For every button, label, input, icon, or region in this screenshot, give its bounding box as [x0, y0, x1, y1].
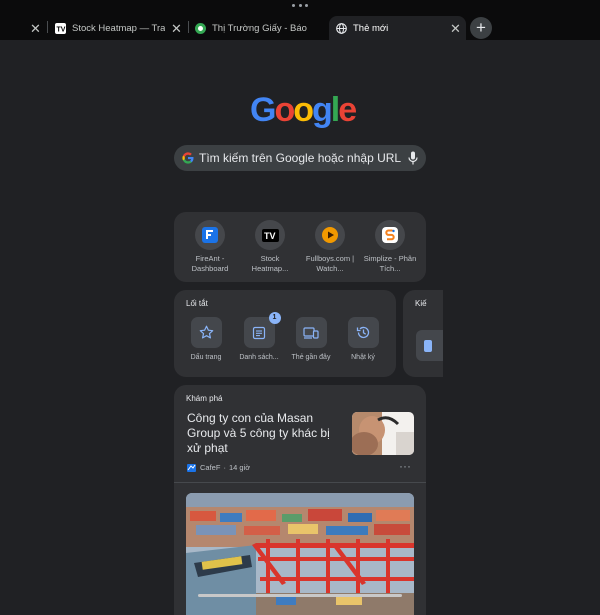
tab-separator — [188, 21, 189, 33]
devices-icon — [295, 317, 327, 348]
discover-feed: Khám phá Công ty con của Masan Group và … — [174, 385, 426, 615]
shortcut-label: Stock Heatmap... — [251, 254, 289, 273]
close-icon[interactable]: ✕ — [171, 22, 182, 35]
scrollbar[interactable] — [198, 594, 402, 597]
card-title: Khám phá — [186, 394, 223, 403]
google-doodle-logo[interactable]: Google — [250, 92, 357, 128]
more-options-icon[interactable]: ··· — [399, 459, 411, 473]
close-icon[interactable]: ✕ — [450, 22, 461, 35]
shortcut-label: FireAnt - Dashboard — [191, 254, 229, 273]
shortcut-label: Simplize - Phân Tích... — [363, 254, 417, 273]
close-icon[interactable]: ✕ — [30, 22, 41, 35]
tradingview-icon: TV — [55, 22, 66, 34]
history-icon — [347, 317, 379, 348]
tab-thi-truong-giay[interactable]: Thị Trường Giấy - Báo cáo — [195, 16, 325, 40]
shortcut-stock-heatmap[interactable]: TV Stock Heatmap... — [242, 220, 298, 274]
recent-tabs-button[interactable]: Thẻ gần đây — [289, 317, 333, 361]
article-headline[interactable]: Công ty con của Masan Group và 5 công ty… — [187, 411, 347, 456]
most-visited-card: FireAnt - Dashboard TV Stock Heatmap... … — [174, 212, 426, 282]
card-title: Kiế — [415, 299, 427, 308]
globe-icon — [336, 22, 347, 34]
article-thumbnail[interactable] — [352, 412, 414, 455]
shortcut-label: Fullboys.com | Watch... — [305, 254, 355, 273]
tab-the-moi[interactable]: Thẻ mới ✕ — [329, 16, 466, 40]
card-title: Lối tắt — [186, 299, 208, 308]
tab-separator — [47, 21, 48, 33]
shortcut-label: Nhật ký — [351, 354, 375, 361]
shortcut-simplize[interactable]: Simplize - Phân Tích... — [362, 220, 418, 274]
tab-close-partial[interactable]: ✕ — [30, 16, 44, 40]
history-button[interactable]: Nhật ký — [341, 317, 385, 361]
tradingview-icon: TV — [255, 220, 285, 250]
shortcut-label: Thẻ gần đây — [291, 354, 331, 361]
tab-title: Thị Trường Giấy - Báo cáo — [212, 22, 310, 34]
shortcuts-card: Lối tắt Dấu trang 1 Danh sách... Thẻ gần… — [174, 290, 396, 377]
article-time: 14 giờ — [228, 463, 251, 472]
fireant-icon — [195, 220, 225, 250]
partial-card[interactable]: Kiế — [403, 290, 443, 377]
search-input[interactable]: Tìm kiếm trên Google hoặc nhập URL — [199, 151, 408, 165]
shortcut-label: Danh sách... — [239, 354, 279, 361]
tab-stock-heatmap[interactable]: TV Stock Heatmap — TradingView ✕ — [55, 16, 185, 40]
source-separator: · — [223, 463, 226, 472]
google-g-icon — [182, 152, 194, 164]
shortcut-fireant[interactable]: FireAnt - Dashboard — [182, 220, 238, 274]
tab-title: Stock Heatmap — TradingView — [72, 22, 165, 34]
source-name: CafeF — [200, 463, 221, 472]
article-source: CafeF · 14 giờ — [187, 463, 250, 472]
simplize-icon — [375, 220, 405, 250]
search-box[interactable]: Tìm kiếm trên Google hoặc nhập URL — [174, 145, 426, 171]
bookmarks-button[interactable]: Dấu trang — [184, 317, 228, 361]
window-menu-dots[interactable] — [292, 4, 308, 10]
count-badge: 1 — [268, 312, 281, 324]
cafef-logo-icon — [187, 463, 196, 472]
partial-item-tile[interactable] — [416, 330, 443, 361]
star-icon — [190, 317, 222, 348]
green-site-icon — [195, 22, 206, 34]
tab-title: Thẻ mới — [353, 22, 389, 34]
svg-text:TV: TV — [57, 26, 66, 33]
shortcut-label: Dấu trang — [190, 354, 222, 361]
reading-list-button[interactable]: 1 Danh sách... — [237, 312, 281, 361]
divider — [174, 482, 426, 483]
tab-strip: ✕ TV Stock Heatmap — TradingView ✕ Thị T… — [0, 0, 600, 40]
reading-list-icon: 1 — [243, 312, 281, 348]
fullboys-play-icon — [315, 220, 345, 250]
microphone-icon[interactable] — [408, 151, 418, 165]
svg-text:TV: TV — [264, 231, 276, 241]
shortcut-fullboys[interactable]: Fullboys.com | Watch... — [302, 220, 358, 274]
new-tab-button[interactable]: + — [470, 17, 492, 39]
